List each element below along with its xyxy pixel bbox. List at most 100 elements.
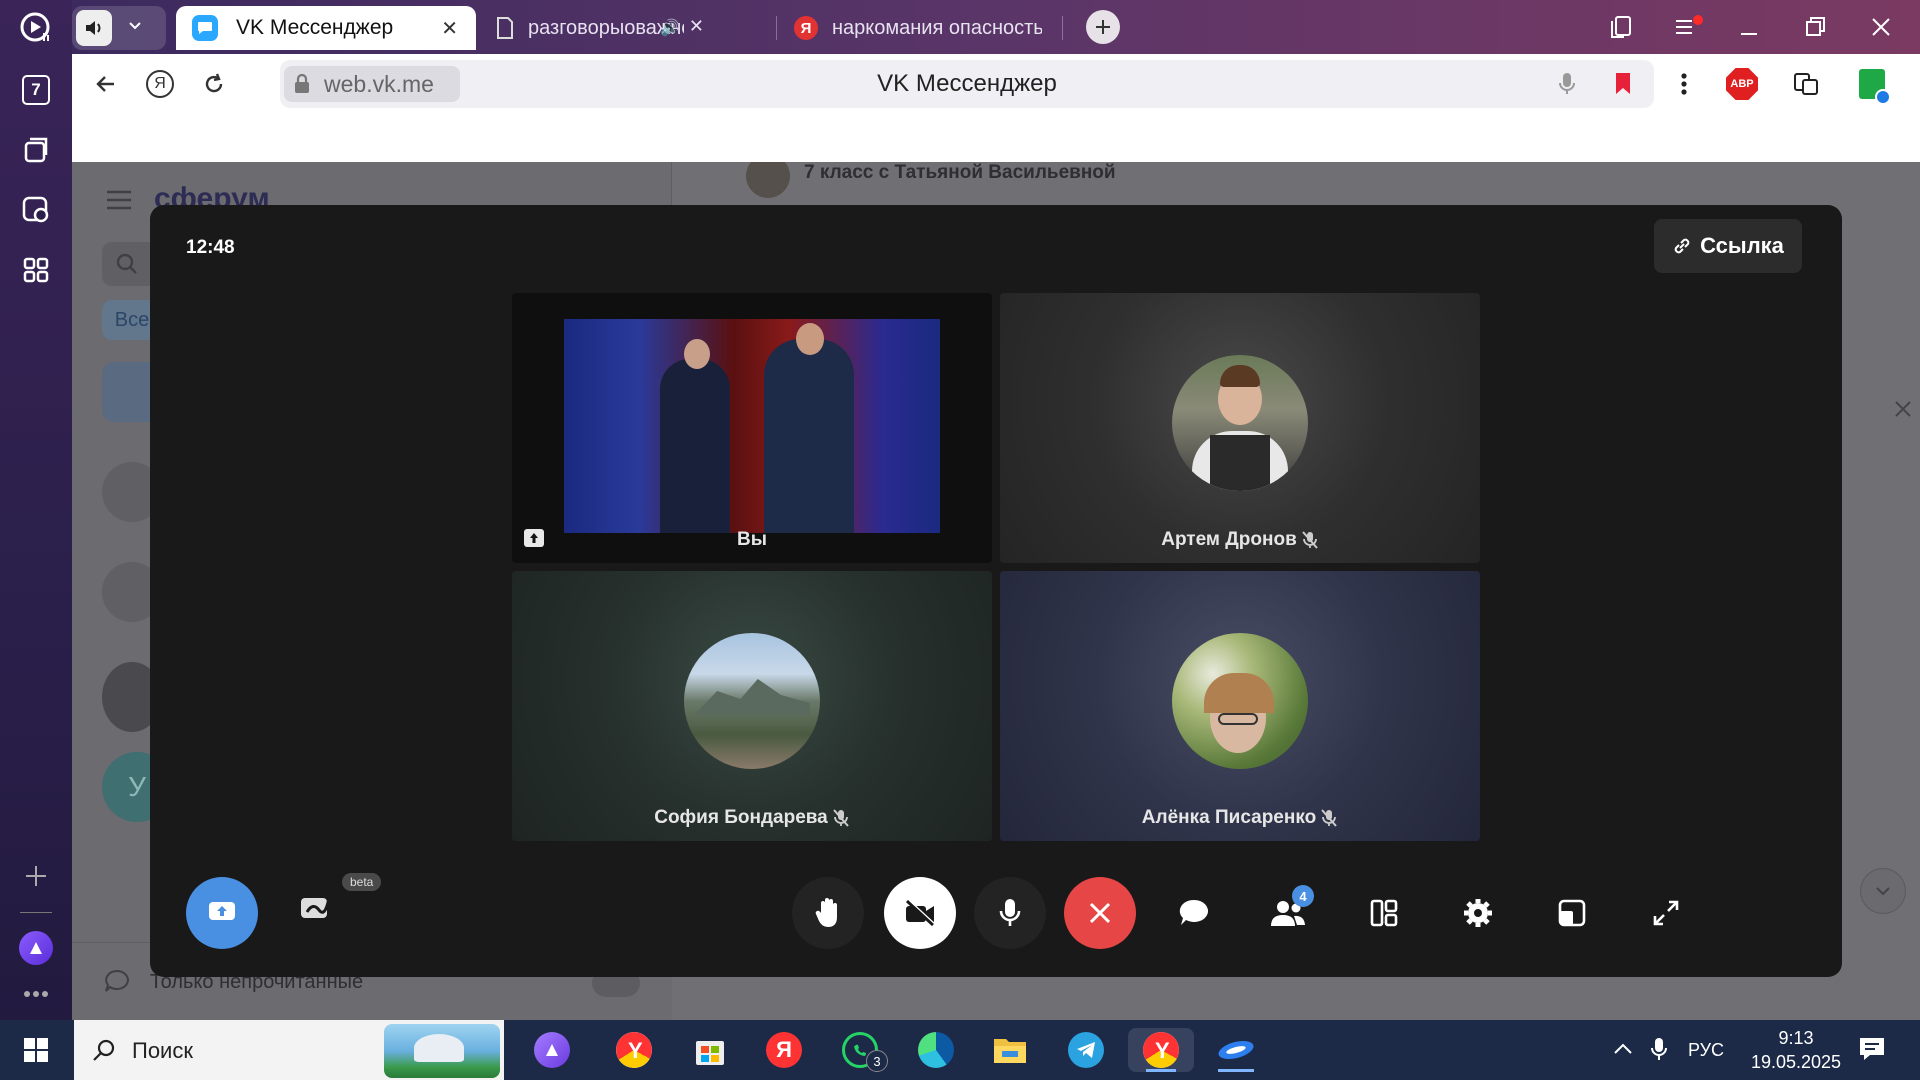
close-window-icon[interactable] <box>1868 14 1894 45</box>
input-language[interactable]: РУС <box>1688 1040 1724 1061</box>
minimize-call-button[interactable] <box>1552 893 1592 933</box>
microphone-icon[interactable] <box>1558 72 1576 101</box>
participant-tile[interactable]: Артем Дронов <box>1000 293 1480 563</box>
services-grid-icon[interactable] <box>16 250 56 290</box>
avatar-hair <box>1220 365 1260 387</box>
scroll-down-button[interactable] <box>1860 868 1906 914</box>
share-screen-button[interactable] <box>186 877 258 949</box>
system-clock[interactable]: 9:13 19.05.2025 <box>1740 1026 1852 1074</box>
participant-tile-self[interactable]: Вы <box>512 293 992 563</box>
screenshot-icon[interactable] <box>16 190 56 230</box>
officer-face <box>796 323 824 355</box>
new-tab-button[interactable] <box>1086 10 1120 44</box>
copy-link-button[interactable]: Ссылка <box>1654 219 1802 273</box>
vk-call-app-icon[interactable] <box>1208 1028 1264 1072</box>
microphone-toggle-button[interactable] <box>974 877 1046 949</box>
menu-icon[interactable] <box>1674 14 1704 45</box>
yandex-browser-active-icon[interactable]: Y <box>1128 1028 1194 1072</box>
close-tab-icon[interactable]: ✕ <box>441 16 458 41</box>
telegram-icon[interactable] <box>1064 1028 1108 1072</box>
more-icon[interactable] <box>16 974 56 1014</box>
layout-button[interactable] <box>1364 893 1404 933</box>
raise-hand-icon <box>815 898 837 927</box>
search-highlight-image <box>384 1024 500 1078</box>
taskbar-search[interactable]: Поиск <box>74 1020 504 1080</box>
media-player-icon[interactable] <box>16 8 56 48</box>
raise-hand-button[interactable] <box>792 877 864 949</box>
windows-start-button[interactable] <box>14 1028 58 1072</box>
rail-divider <box>20 912 52 913</box>
calendar-icon[interactable]: 7 <box>16 70 56 110</box>
hamburger-icon[interactable] <box>106 190 132 215</box>
avatar-mountain <box>694 679 810 715</box>
notifications-icon[interactable] <box>1858 1036 1886 1067</box>
bookmarks-panel-icon[interactable] <box>1608 14 1634 45</box>
tab-narkomaniya[interactable]: Я наркомания опасность вл <box>784 6 1052 50</box>
whiteboard-button[interactable] <box>296 887 336 927</box>
alice-icon[interactable] <box>16 928 56 968</box>
reload-icon[interactable] <box>196 66 232 102</box>
translate-icon[interactable] <box>1788 66 1824 102</box>
camera-toggle-button[interactable] <box>884 877 956 949</box>
address-bar[interactable]: web.vk.me VK Мессенджер <box>280 60 1654 108</box>
fullscreen-button[interactable] <box>1646 893 1686 933</box>
add-icon[interactable] <box>16 856 56 896</box>
participant-tile[interactable]: Алёнка Писаренко <box>1000 571 1480 841</box>
mic-muted-icon <box>1321 809 1337 827</box>
minimize-icon[interactable] <box>1736 14 1762 45</box>
mic-muted-icon <box>1302 531 1318 549</box>
yandex-home-icon[interactable]: Я <box>142 66 178 102</box>
collections-icon[interactable] <box>16 130 56 170</box>
mic-muted-icon <box>833 809 849 827</box>
avatar-glasses <box>1218 713 1258 725</box>
call-timer: 12:48 <box>186 237 235 258</box>
adblock-icon[interactable]: ABP <box>1724 66 1760 102</box>
microsoft-store-icon[interactable] <box>688 1028 732 1072</box>
participant-name: София Бондарева <box>512 807 992 829</box>
file-explorer-icon[interactable] <box>988 1028 1032 1072</box>
tab-vk-messenger[interactable]: VK Мессенджер ✕ <box>176 6 476 50</box>
yandex-app-icon[interactable]: Я <box>762 1028 806 1072</box>
close-tab-icon[interactable]: ✕ <box>689 16 704 37</box>
veteran-figure <box>660 359 730 533</box>
back-button[interactable] <box>88 66 124 102</box>
end-call-button[interactable] <box>1064 877 1136 949</box>
tab-title: наркомания опасность вл <box>832 16 1042 39</box>
tray-microphone-icon[interactable] <box>1650 1036 1668 1067</box>
participants-button[interactable]: 4 <box>1268 885 1314 933</box>
participant-name: Артем Дронов <box>1000 529 1480 551</box>
restore-icon[interactable] <box>1802 14 1828 45</box>
settings-button[interactable] <box>1458 893 1498 933</box>
search-icon <box>93 1039 115 1061</box>
officer-figure <box>764 339 854 533</box>
chat-button[interactable] <box>1174 893 1214 933</box>
bookmark-icon[interactable] <box>1614 72 1632 101</box>
vk-messenger-icon <box>192 15 218 41</box>
whatsapp-badge: 3 <box>866 1050 888 1072</box>
camera-off-icon <box>905 899 936 927</box>
tab-razgovory[interactable]: разговорыоважном 🔊 ✕ <box>486 6 716 50</box>
close-icon[interactable] <box>1892 398 1914 425</box>
edge-icon[interactable] <box>914 1028 958 1072</box>
tab-group[interactable] <box>72 6 166 50</box>
clock-date: 19.05.2025 <box>1750 1052 1842 1072</box>
participant-name-text: Алёнка Писаренко <box>1141 807 1317 828</box>
audio-playing-icon[interactable]: 🔊 <box>660 18 680 38</box>
gear-icon <box>1464 899 1492 927</box>
participant-tile[interactable]: София Бондарева <box>512 571 992 841</box>
extension-icon[interactable] <box>1854 66 1891 105</box>
more-options-icon[interactable] <box>1666 66 1702 102</box>
yandex-browser-app-icon[interactable]: Y <box>612 1028 656 1072</box>
downloads-icon[interactable]: 32 <box>1914 66 1920 102</box>
windows-logo-icon <box>24 1038 48 1062</box>
participant-avatar <box>1172 355 1308 491</box>
speaker-icon[interactable] <box>76 10 112 46</box>
alice-app-icon[interactable] <box>530 1028 574 1072</box>
clock-time: 9:13 <box>1778 1028 1814 1048</box>
tray-chevron-up-icon[interactable] <box>1612 1038 1634 1065</box>
whatsapp-icon[interactable]: 3 <box>838 1028 888 1072</box>
browser-toolbar: Я web.vk.me VK Мессенджер ABP 32 <box>72 54 1920 116</box>
chevron-down-icon[interactable] <box>126 16 144 39</box>
tab-bar: VK Мессенджер ✕ разговорыоважном 🔊 ✕ Я н… <box>72 0 1920 54</box>
browser-sidebar: 7 <box>0 0 72 1020</box>
